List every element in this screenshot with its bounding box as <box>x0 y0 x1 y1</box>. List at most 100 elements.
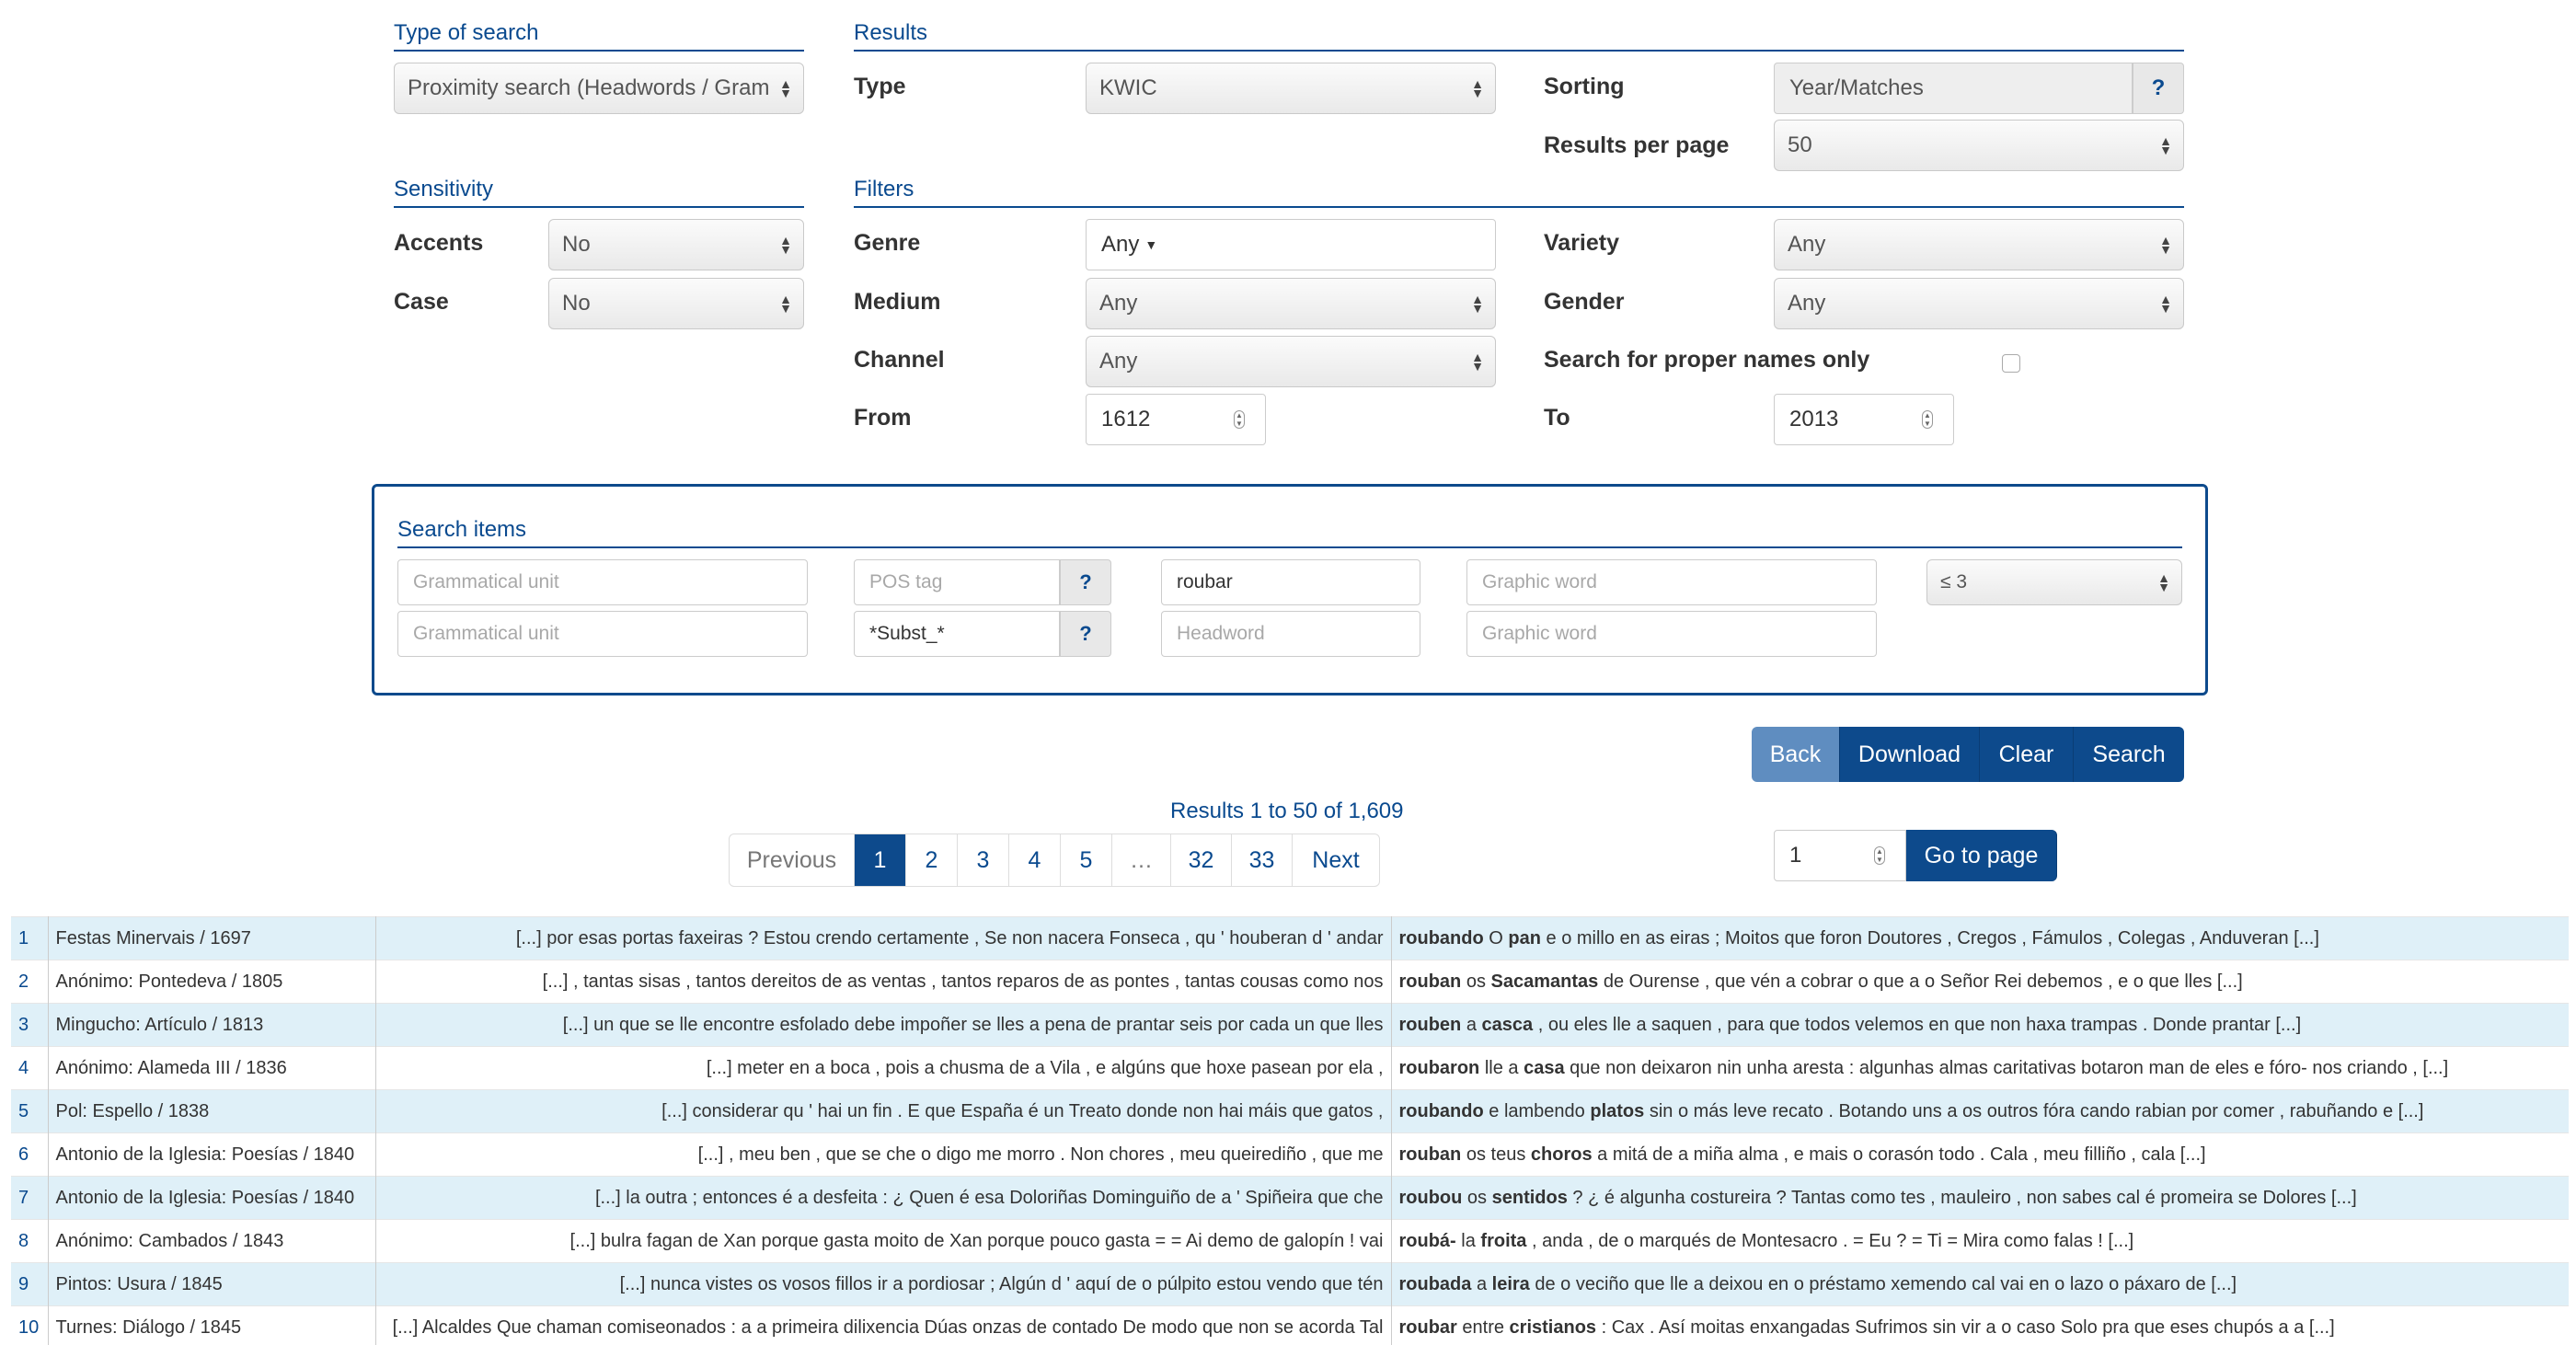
row-left-context: [...] nunca vistes os vosos fillos ir a … <box>375 1262 1392 1306</box>
row-number[interactable]: 4 <box>11 1046 49 1090</box>
spinner-icon[interactable]: ▲ ▼ <box>1922 410 1933 429</box>
medium-value: Any <box>1099 291 1138 316</box>
row-rest: , anda , de o marqués de Montesacro . = … <box>1526 1230 2134 1251</box>
row-right-context: roubar entre cristianos : Cax . Así moit… <box>1391 1305 2569 1345</box>
row-source: Antonio de la Iglesia: Poesías / 1840 <box>48 1176 376 1220</box>
gender-select[interactable]: Any ▲ ▼ <box>1774 278 2184 329</box>
row-keyword: roubá- <box>1398 1230 1456 1251</box>
pos-tag-input-2[interactable]: *Subst_* <box>854 611 1060 657</box>
row-right-context: roubou os sentidos ? ¿ é algunha costure… <box>1391 1176 2569 1220</box>
row-keyword: roubaron <box>1398 1057 1480 1078</box>
type-of-search-select[interactable]: Proximity search (Headwords / Gram ▲ ▼ <box>394 63 804 114</box>
grammatical-unit-input-1[interactable]: Grammatical unit <box>397 559 808 605</box>
graphic-word-input-2[interactable]: Graphic word <box>1466 611 1877 657</box>
grammatical-unit-input-2[interactable]: Grammatical unit <box>397 611 808 657</box>
row-source: Anónimo: Alameda III / 1836 <box>48 1046 376 1090</box>
row-number[interactable]: 10 <box>11 1305 49 1345</box>
results-type-select[interactable]: KWIC ▲ ▼ <box>1086 63 1496 114</box>
select-arrows-icon: ▲ ▼ <box>2157 570 2170 594</box>
variety-select[interactable]: Any ▲ ▼ <box>1774 219 2184 270</box>
table-row: 8 Anónimo: Cambados / 1843 [...] bulra fag… <box>11 1219 2569 1263</box>
filters-heading: Filters <box>854 177 2184 208</box>
table-row: 9 Pintos: Usura / 1845 [...] nunca vistes … <box>11 1262 2569 1306</box>
row-right-context: roubando O pan e o millo en as eiras ; M… <box>1391 916 2569 960</box>
variety-value: Any <box>1788 232 1826 257</box>
select-arrows-icon: ▲ ▼ <box>1471 292 1484 316</box>
sensitivity-heading: Sensitivity <box>394 177 804 208</box>
row-collocate: casca <box>1481 1014 1534 1035</box>
row-between: os teus <box>1461 1144 1531 1165</box>
spinner-icon[interactable]: ▲ ▼ <box>1874 846 1885 865</box>
case-select[interactable]: No ▲ ▼ <box>548 278 804 329</box>
row-number[interactable]: 6 <box>11 1132 49 1177</box>
accents-label: Accents <box>394 230 484 256</box>
row-left-context: [...] , tantas sisas , tantos dereitos d… <box>375 960 1392 1004</box>
row-number[interactable]: 9 <box>11 1262 49 1306</box>
row-between: entre <box>1456 1316 1510 1338</box>
medium-select[interactable]: Any ▲ ▼ <box>1086 278 1496 329</box>
medium-label: Medium <box>854 289 941 315</box>
graphic-word-input-1[interactable]: Graphic word <box>1466 559 1877 605</box>
go-to-page-button[interactable]: Go to page <box>1906 830 2057 881</box>
page-link[interactable]: 4 <box>1009 834 1061 886</box>
back-button[interactable]: Back <box>1752 727 1840 782</box>
select-arrows-icon: ▲ ▼ <box>2159 292 2172 316</box>
case-value: No <box>562 291 591 316</box>
pagination-previous[interactable]: Previous <box>730 834 855 886</box>
distance-select[interactable]: ≤ 3 ▲ ▼ <box>1926 559 2182 605</box>
headword-input-2[interactable]: Headword <box>1161 611 1420 657</box>
from-year-input[interactable]: 1612 ▲ ▼ <box>1086 394 1266 445</box>
type-label: Type <box>854 74 906 99</box>
row-source: Pintos: Usura / 1845 <box>48 1262 376 1306</box>
genre-label: Genre <box>854 230 921 256</box>
row-between: la <box>1455 1230 1481 1251</box>
row-collocate: casa <box>1524 1057 1565 1078</box>
row-between: O <box>1483 927 1509 948</box>
go-to-page-input[interactable]: 1 ▲ ▼ <box>1774 830 1906 881</box>
to-year-input[interactable]: 2013 ▲ ▼ <box>1774 394 1954 445</box>
pos-tag-input-1[interactable]: POS tag <box>854 559 1060 605</box>
row-collocate: choros <box>1530 1144 1593 1165</box>
page-link[interactable]: 33 <box>1232 834 1293 886</box>
headword-input-1[interactable]: roubar <box>1161 559 1420 605</box>
page-link[interactable]: 1 <box>855 834 906 886</box>
pos-tag-help-button-2[interactable]: ? <box>1060 611 1111 657</box>
select-arrows-icon: ▲ ▼ <box>2159 233 2172 257</box>
row-between: lle a <box>1479 1057 1524 1078</box>
from-year-value: 1612 <box>1101 407 1151 431</box>
proper-names-checkbox[interactable] <box>2002 354 2020 373</box>
clear-button[interactable]: Clear <box>1980 727 2074 782</box>
genre-dropdown[interactable]: Any ▼ <box>1086 219 1496 270</box>
row-number[interactable]: 5 <box>11 1089 49 1133</box>
channel-select[interactable]: Any ▲ ▼ <box>1086 336 1496 387</box>
caret-down-icon: ▼ <box>1144 237 1158 252</box>
table-row: 2 Anónimo: Pontedeva / 1805 [...] , tantas… <box>11 960 2569 1004</box>
download-button[interactable]: Download <box>1840 727 1980 782</box>
row-source: Mingucho: Artículo / 1813 <box>48 1003 376 1047</box>
page-link[interactable]: 32 <box>1171 834 1232 886</box>
page-link[interactable]: 2 <box>906 834 958 886</box>
proper-names-label: Search for proper names only <box>1544 347 1870 373</box>
row-rest: de Ourense , que vén a cobrar o que a o … <box>1598 971 2243 992</box>
page-link[interactable]: 3 <box>958 834 1009 886</box>
pos-tag-help-button-1[interactable]: ? <box>1060 559 1111 605</box>
row-source: Pol: Espello / 1838 <box>48 1089 376 1133</box>
sorting-help-button[interactable]: ? <box>2133 63 2184 114</box>
pagination-next[interactable]: Next <box>1293 834 1379 886</box>
accents-select[interactable]: No ▲ ▼ <box>548 219 804 270</box>
sorting-field[interactable]: Year/Matches <box>1774 63 2133 114</box>
page-link[interactable]: 5 <box>1061 834 1112 886</box>
left-context-text: [...] nunca vistes os vosos fillos ir a … <box>619 1273 1384 1294</box>
select-arrows-icon: ▲ ▼ <box>779 76 792 100</box>
row-number[interactable]: 7 <box>11 1176 49 1220</box>
row-keyword: roubar <box>1398 1316 1457 1338</box>
spinner-icon[interactable]: ▲ ▼ <box>1234 410 1245 429</box>
row-number[interactable]: 1 <box>11 916 49 960</box>
search-button[interactable]: Search <box>2074 727 2184 782</box>
row-rest: e o millo en as eiras ; Moitos que foron… <box>1540 927 2319 948</box>
row-number[interactable]: 3 <box>11 1003 49 1047</box>
row-number[interactable]: 2 <box>11 960 49 1004</box>
row-number[interactable]: 8 <box>11 1219 49 1263</box>
results-per-page-select[interactable]: 50 ▲ ▼ <box>1774 120 2184 171</box>
row-collocate: froita <box>1480 1230 1527 1251</box>
